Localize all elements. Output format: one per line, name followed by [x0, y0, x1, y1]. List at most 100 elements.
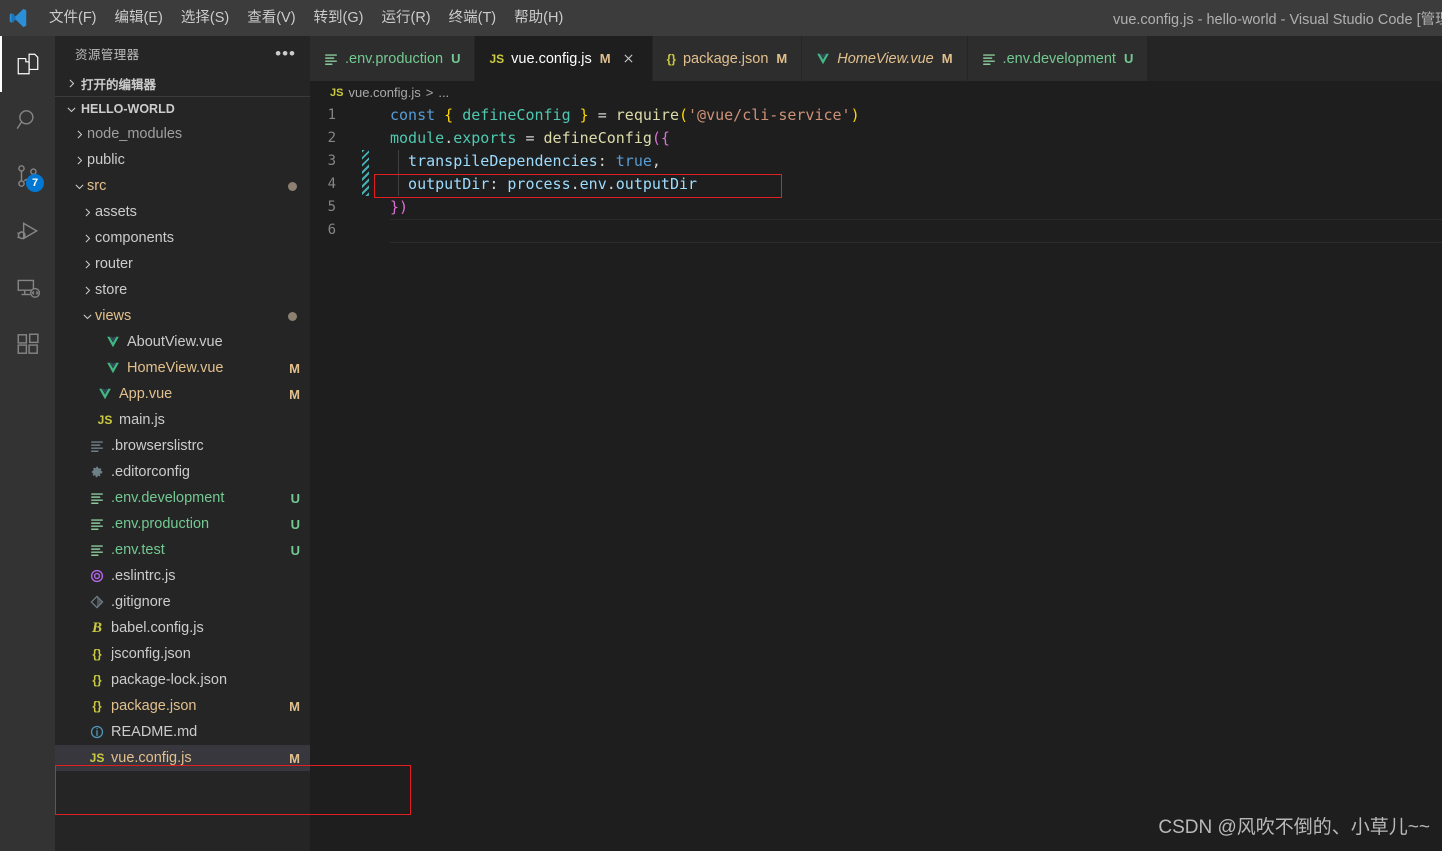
breadcrumb: JS vue.config.js > ... — [310, 81, 1442, 104]
sidebar-more-actions-icon[interactable]: ••• — [269, 45, 302, 62]
watermark: CSDN @风吹不倒的、小草儿~~ — [1158, 817, 1430, 838]
line-number: 1 — [327, 107, 336, 123]
git-status-badge: U — [290, 542, 300, 558]
code-line-text: outputDir: process.env.outputDir — [370, 173, 1442, 196]
tree-item-eslintrc-js[interactable]: .eslintrc.js — [55, 563, 310, 589]
menu-view[interactable]: 查看(V) — [238, 6, 304, 30]
breadcrumb-rest[interactable]: ... — [438, 85, 449, 100]
chevron-right-icon[interactable] — [71, 128, 87, 141]
tree-item-main-js[interactable]: JS main.js — [55, 407, 310, 433]
file-icon-: {} — [92, 699, 102, 713]
chevron-down-icon[interactable] — [71, 180, 87, 193]
tree-item-browserslistrc[interactable]: .browserslistrc — [55, 433, 310, 459]
tree-item-label: .eslintrc.js — [111, 568, 176, 584]
editor-tab-env-development[interactable]: .env.development U — [967, 36, 1149, 81]
tree-item-node-modules[interactable]: node_modules — [55, 121, 310, 147]
tree-item-gitignore[interactable]: .gitignore — [55, 589, 310, 615]
tree-item-package-json[interactable]: {} package.json M — [55, 693, 310, 719]
activity-item-explorer[interactable] — [0, 36, 55, 92]
file-icon-cfg — [87, 439, 107, 453]
activity-item-source-control[interactable]: 7 — [0, 148, 55, 204]
menu-selection[interactable]: 选择(S) — [172, 6, 238, 30]
file-icon-cfg — [87, 543, 107, 557]
token-identifier: module — [390, 129, 445, 147]
tab-git-status-badge: M — [599, 51, 611, 66]
chevron-right-icon[interactable] — [79, 258, 95, 271]
token-string: '@vue/cli-service' — [688, 106, 851, 124]
tree-item-package-lock-json[interactable]: {} package-lock.json — [55, 667, 310, 693]
tree-item-homeview-vue[interactable]: HomeView.vue M — [55, 355, 310, 381]
editor-tab-homeview-vue[interactable]: HomeView.vue M — [802, 36, 968, 81]
tree-item-views[interactable]: views — [55, 303, 310, 329]
chevron-right-icon[interactable] — [79, 284, 95, 297]
tree-item-label: .browserslistrc — [111, 438, 204, 454]
tab-close-icon[interactable] — [620, 50, 638, 68]
tree-item-label: assets — [95, 204, 137, 220]
tree-item-jsconfig-json[interactable]: {} jsconfig.json — [55, 641, 310, 667]
chevron-right-icon[interactable] — [71, 154, 87, 167]
tree-item-label: node_modules — [87, 126, 183, 142]
menu-goto[interactable]: 转到(G) — [305, 6, 373, 30]
tab-label: .env.development — [1002, 50, 1116, 67]
tree-item-vue-config-js[interactable]: JS vue.config.js M — [55, 745, 310, 771]
code-line: 6 — [310, 219, 1442, 242]
tree-item-assets[interactable]: assets — [55, 199, 310, 225]
line-number: 3 — [327, 153, 336, 169]
source-control-badge: 7 — [26, 174, 44, 192]
section-open-editors[interactable]: 打开的编辑器 — [55, 71, 310, 96]
section-open-editors-label: 打开的编辑器 — [81, 78, 157, 92]
activity-item-search[interactable] — [0, 92, 55, 148]
editor-tab-env-production[interactable]: .env.production U — [310, 36, 476, 81]
token-punct: . — [444, 129, 454, 147]
activity-item-remote-explorer[interactable] — [0, 260, 55, 316]
menu-run[interactable]: 运行(R) — [372, 6, 439, 30]
menu-edit[interactable]: 编辑(E) — [106, 6, 172, 30]
breadcrumb-file[interactable]: vue.config.js — [348, 85, 420, 100]
code-line-text: }) — [370, 196, 1442, 219]
editor-rule — [390, 242, 1442, 243]
file-icon-gear — [87, 465, 107, 479]
tree-item-env-development[interactable]: .env.development U — [55, 485, 310, 511]
tree-item-readme-md[interactable]: README.md — [55, 719, 310, 745]
tree-item-store[interactable]: store — [55, 277, 310, 303]
tab-file-icon — [324, 52, 338, 66]
file-icon-vue — [103, 335, 123, 349]
code-editor[interactable]: 1 const { defineConfig } = require('@vue… — [310, 104, 1442, 851]
tree-item-app-vue[interactable]: App.vue M — [55, 381, 310, 407]
window-title: vue.config.js - hello-world - Visual Stu… — [1113, 11, 1442, 28]
tab-file-icon — [816, 52, 830, 66]
token-identifier: process — [507, 175, 571, 193]
activity-item-extensions[interactable] — [0, 316, 55, 372]
chevron-right-icon[interactable] — [79, 206, 95, 219]
tree-item-label: jsconfig.json — [111, 646, 191, 662]
menu-help[interactable]: 帮助(H) — [505, 6, 572, 30]
section-workspace-folder[interactable]: HELLO-WORLD — [55, 96, 310, 121]
tree-item-router[interactable]: router — [55, 251, 310, 277]
tree-item-babel-config-js[interactable]: Bbabel.config.js — [55, 615, 310, 641]
tree-item-label: views — [95, 308, 132, 324]
line-number: 5 — [327, 199, 336, 215]
sidebar-title: 资源管理器 — [75, 48, 140, 62]
editor-tab-package-json[interactable]: {} package.json M — [652, 36, 803, 81]
tree-item-env-test[interactable]: .env.test U — [55, 537, 310, 563]
tree-item-components[interactable]: components — [55, 225, 310, 251]
files-explorer-icon — [15, 51, 41, 77]
editor-tab-vue-config-js[interactable]: JS vue.config.js M — [475, 36, 653, 81]
title-bar: 文件(F) 编辑(E) 选择(S) 查看(V) 转到(G) 运行(R) 终端(T… — [0, 0, 1442, 36]
menu-terminal[interactable]: 终端(T) — [440, 6, 506, 30]
chevron-right-icon[interactable] — [79, 232, 95, 245]
tab-git-status-badge: M — [776, 51, 788, 66]
menu-file[interactable]: 文件(F) — [40, 6, 106, 30]
tree-item-env-production[interactable]: .env.production U — [55, 511, 310, 537]
activity-item-run-debug[interactable] — [0, 204, 55, 260]
tree-item-label: App.vue — [119, 386, 173, 402]
tree-item-editorconfig[interactable]: .editorconfig — [55, 459, 310, 485]
token-punct: . — [606, 175, 616, 193]
tree-item-aboutview-vue[interactable]: AboutView.vue — [55, 329, 310, 355]
chevron-down-icon[interactable] — [79, 310, 95, 323]
tree-item-src[interactable]: src — [55, 173, 310, 199]
tree-item-public[interactable]: public — [55, 147, 310, 173]
git-status-badge: M — [289, 360, 300, 376]
file-icon-cfg — [87, 517, 107, 531]
file-icon-vue — [103, 361, 123, 375]
